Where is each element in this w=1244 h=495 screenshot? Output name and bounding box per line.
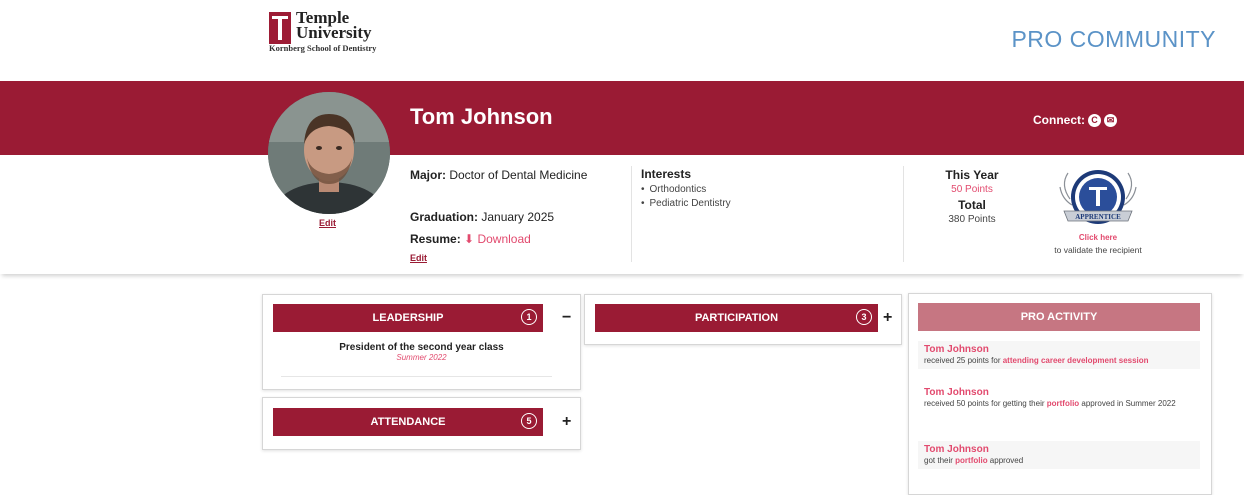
- graduation-value: January 2025: [481, 210, 555, 224]
- connect-area: Connect: C ✉: [1033, 113, 1117, 127]
- collapse-icon[interactable]: −: [562, 310, 571, 326]
- activity-text: got their portfolio approved: [924, 455, 1194, 466]
- resume-download-link[interactable]: ⬇ Download: [464, 232, 531, 246]
- interests-list: Orthodontics Pediatric Dentistry: [641, 183, 731, 211]
- info-edit-link[interactable]: Edit: [410, 253, 427, 263]
- leadership-count-badge: 1: [521, 309, 537, 325]
- attendance-card: ATTENDANCE 5 +: [262, 397, 581, 450]
- apprentice-badge-icon[interactable]: APPRENTICE: [1056, 165, 1140, 233]
- major-value: Doctor of Dental Medicine: [449, 168, 588, 182]
- section-title: LEADERSHIP: [372, 312, 444, 324]
- leadership-item-title: President of the second year class: [339, 342, 504, 353]
- connect-label: Connect:: [1033, 113, 1085, 127]
- download-icon: ⬇: [464, 232, 475, 246]
- leadership-header[interactable]: LEADERSHIP 1: [273, 304, 543, 332]
- activity-text-post: approved in Summer 2022: [1079, 399, 1176, 408]
- activity-user-link[interactable]: Tom Johnson: [924, 387, 1194, 398]
- activity-text: received 50 points for getting their por…: [924, 398, 1194, 409]
- download-label: Download: [477, 232, 531, 246]
- activity-item: Tom Johnson received 25 points for atten…: [918, 341, 1200, 369]
- activity-text: received 25 points for attending career …: [924, 355, 1194, 366]
- interests-title: Interests: [641, 167, 692, 181]
- graduation-label: Graduation:: [410, 210, 478, 224]
- interest-item: Pediatric Dentistry: [641, 197, 731, 211]
- divider: [903, 166, 904, 262]
- section-title: ATTENDANCE: [370, 416, 446, 428]
- activity-text-pre: got their: [924, 456, 956, 465]
- this-year-label: This Year: [945, 168, 999, 182]
- activity-text-pre: received 50 points for getting their: [924, 399, 1047, 408]
- activity-user-link[interactable]: Tom Johnson: [924, 444, 1194, 455]
- activity-user-link[interactable]: Tom Johnson: [924, 344, 1194, 355]
- activity-item: Tom Johnson received 50 points for getti…: [918, 384, 1200, 412]
- profile-name: Tom Johnson: [410, 104, 553, 129]
- activity-link[interactable]: portfolio: [1047, 399, 1079, 408]
- leadership-item: President of the second year class Summe…: [263, 342, 580, 362]
- participation-count-badge: 3: [856, 309, 872, 325]
- photo-edit-link[interactable]: Edit: [319, 218, 336, 228]
- attendance-count-badge: 5: [521, 413, 537, 429]
- badge-label: APPRENTICE: [1075, 213, 1121, 221]
- expand-icon[interactable]: +: [562, 414, 571, 430]
- section-title: PARTICIPATION: [694, 312, 779, 324]
- total-points: 380 Points: [948, 214, 996, 225]
- major-label: Major:: [410, 168, 446, 182]
- graduation-line: Graduation: January 2025: [410, 210, 554, 224]
- participation-card: PARTICIPATION 3 +: [584, 294, 902, 345]
- divider: [631, 166, 632, 262]
- logo-line-2: University: [296, 23, 372, 42]
- avatar: [268, 92, 390, 214]
- activity-link[interactable]: attending career development session: [1003, 356, 1149, 365]
- leadership-card: LEADERSHIP 1 − President of the second y…: [262, 294, 581, 390]
- divider: [281, 376, 552, 377]
- total-label: Total: [958, 198, 986, 212]
- activity-link[interactable]: portfolio: [955, 456, 987, 465]
- activity-text-pre: received 25 points for: [924, 356, 1003, 365]
- badge-subtext: to validate the recipient: [1054, 245, 1142, 255]
- this-year-points: 50 Points: [951, 184, 993, 195]
- leadership-item-date: Summer 2022: [396, 353, 447, 362]
- temple-t-icon: [269, 12, 291, 44]
- pro-community-logo[interactable]: PRO COMMUNITY: [1011, 26, 1216, 53]
- resume-line: Resume: ⬇ Download: [410, 232, 531, 246]
- attendance-header[interactable]: ATTENDANCE 5: [273, 408, 543, 436]
- email-icon[interactable]: ✉: [1104, 113, 1117, 127]
- badge-click-here-link[interactable]: Click here: [1056, 233, 1140, 242]
- major-line: Major: Doctor of Dental Medicine: [410, 168, 587, 182]
- activity-text-post: approved: [987, 456, 1024, 465]
- points-summary: This Year 50 Points Total 380 Points: [937, 167, 1007, 227]
- resume-label: Resume:: [410, 232, 461, 246]
- activity-item: Tom Johnson got their portfolio approved: [918, 441, 1200, 469]
- participation-header[interactable]: PARTICIPATION 3: [595, 304, 878, 332]
- pro-activity-header: PRO ACTIVITY: [918, 303, 1200, 331]
- interest-item: Orthodontics: [641, 183, 731, 197]
- contact-icon[interactable]: C: [1088, 113, 1101, 127]
- expand-icon[interactable]: +: [883, 310, 892, 326]
- logo-subtitle: Kornberg School of Dentistry: [269, 43, 377, 53]
